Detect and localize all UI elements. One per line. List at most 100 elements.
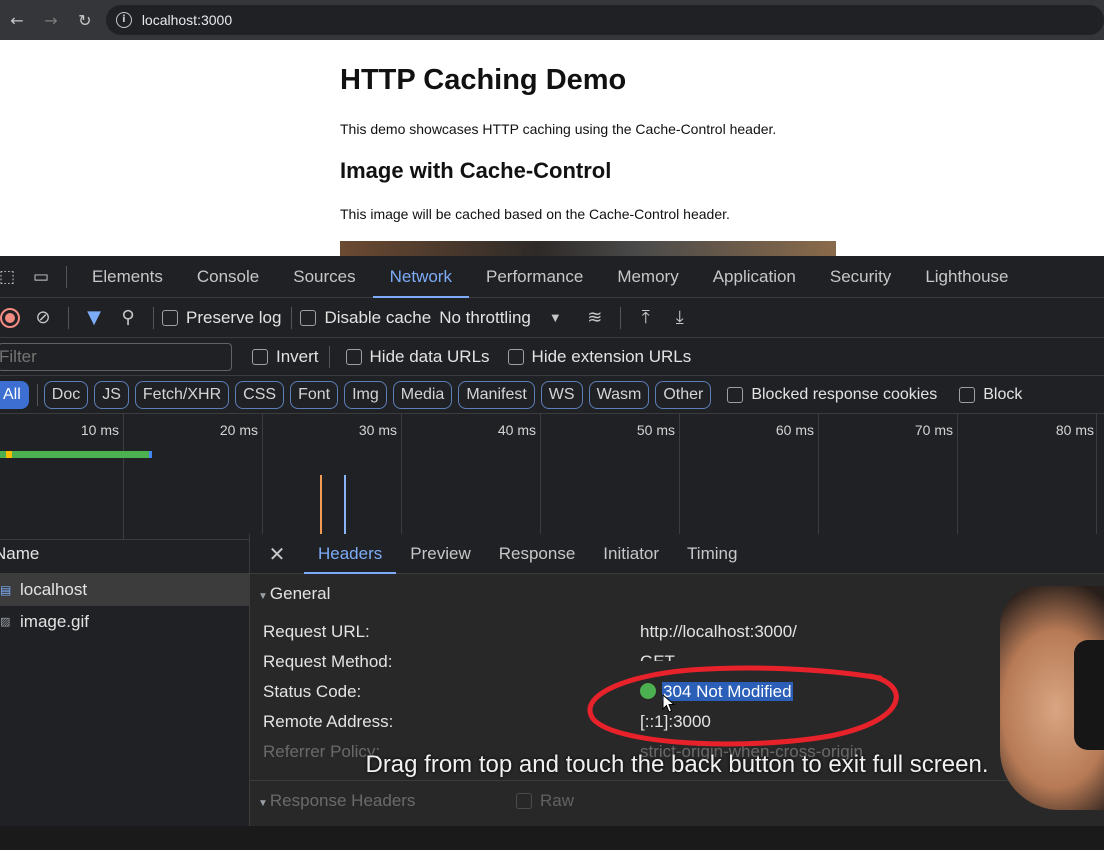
response-headers-section[interactable]: ▼ Response Headers Raw <box>250 780 1104 820</box>
general-section-label: General <box>269 584 331 603</box>
tick-label: 10 ms <box>80 422 119 438</box>
bottom-bar <box>0 826 1104 850</box>
request-row-localhost[interactable]: ▤ localhost <box>0 574 249 606</box>
grid-line <box>123 414 124 539</box>
grid-line <box>957 414 958 539</box>
mouse-cursor-icon <box>662 694 676 713</box>
tab-security[interactable]: Security <box>813 256 908 298</box>
divider <box>619 306 621 329</box>
triangle-down-icon: ▼ <box>258 798 268 809</box>
grid-line <box>401 414 402 539</box>
tick-label: 30 ms <box>358 422 397 438</box>
address-url: localhost:3000 <box>141 12 233 28</box>
tab-response[interactable]: Response <box>485 534 590 574</box>
type-fetch-xhr[interactable]: Fetch/XHR <box>134 380 230 409</box>
tab-application[interactable]: Application <box>696 256 813 298</box>
blocked-cookies-checkbox[interactable]: Blocked response cookies <box>727 386 937 404</box>
import-har-icon[interactable]: ⤒ <box>629 307 663 328</box>
devtools-tabs: ⬚ ▭ Elements Console Sources Network Per… <box>0 256 1104 298</box>
tick-label: 20 ms <box>219 422 258 438</box>
type-doc[interactable]: Doc <box>43 380 89 409</box>
tab-elements[interactable]: Elements <box>75 256 180 298</box>
tab-network[interactable]: Network <box>372 256 469 298</box>
type-img[interactable]: Img <box>344 380 387 409</box>
tab-initiator[interactable]: Initiator <box>589 534 673 574</box>
filter-icon[interactable]: ▼ <box>77 307 111 328</box>
request-name: localhost <box>20 580 88 599</box>
search-icon[interactable]: ⚲ <box>111 307 145 328</box>
page-intro: This demo showcases HTTP caching using t… <box>340 121 777 137</box>
request-row-image[interactable]: ▨ image.gif <box>0 606 249 638</box>
hide-data-urls-checkbox[interactable]: Hide data URLs <box>345 346 490 367</box>
chevron-down-icon[interactable]: ▼ <box>549 310 562 325</box>
tick-label: 40 ms <box>497 422 536 438</box>
disable-cache-checkbox[interactable]: Disable cache <box>300 308 431 328</box>
divider <box>66 265 67 288</box>
preserve-log-checkbox[interactable]: Preserve log <box>162 308 281 328</box>
invert-checkbox[interactable]: Invert <box>252 347 319 367</box>
type-css[interactable]: CSS <box>235 380 285 409</box>
cached-image <box>340 241 836 256</box>
grid-line <box>818 414 819 539</box>
divider <box>68 306 69 329</box>
type-wasm[interactable]: Wasm <box>588 380 650 409</box>
type-ws[interactable]: WS <box>540 380 583 409</box>
grid-line <box>1096 414 1097 539</box>
tick-label: 60 ms <box>775 422 814 438</box>
forward-icon[interactable]: → <box>34 11 68 30</box>
hide-extension-urls-label: Hide extension URLs <box>531 346 692 366</box>
response-section-label: Response Headers <box>269 791 416 810</box>
tab-headers[interactable]: Headers <box>304 534 397 574</box>
export-har-icon[interactable]: ⤓ <box>663 307 697 328</box>
browser-toolbar: ← → ↻ i localhost:3000 <box>0 0 1104 40</box>
type-other[interactable]: Other <box>655 380 712 409</box>
type-font[interactable]: Font <box>290 380 339 409</box>
resource-type-filters: All Doc JS Fetch/XHR CSS Font Img Media … <box>0 376 1104 414</box>
type-all[interactable]: All <box>0 380 29 409</box>
tab-console[interactable]: Console <box>180 256 276 298</box>
tab-memory[interactable]: Memory <box>600 256 695 298</box>
record-icon[interactable] <box>0 307 20 328</box>
general-section-header[interactable]: ▼ General <box>250 574 1104 614</box>
triangle-down-icon: ▼ <box>258 591 268 602</box>
tab-lighthouse[interactable]: Lighthouse <box>908 256 1025 298</box>
grid-line <box>262 414 263 539</box>
request-bar <box>0 451 152 458</box>
type-media[interactable]: Media <box>392 380 453 409</box>
throttling-select[interactable]: No throttling <box>439 308 531 328</box>
reload-icon[interactable]: ↻ <box>68 11 102 30</box>
blocked-requests-checkbox[interactable]: Block <box>959 386 1022 404</box>
filter-bar: Invert Hide data URLs Hide extension URL… <box>0 338 1104 376</box>
network-overview[interactable]: 10 ms 20 ms 30 ms 40 ms 50 ms 60 ms 70 m… <box>0 414 1104 540</box>
site-info-icon[interactable]: i <box>115 12 132 28</box>
raw-checkbox[interactable]: Raw <box>516 781 574 821</box>
blocked-cookies-label: Blocked response cookies <box>751 385 938 403</box>
request-bar-waiting <box>6 451 12 458</box>
web-page: HTTP Caching Demo This demo showcases HT… <box>0 40 1104 256</box>
name-column-header[interactable]: Name <box>0 534 249 574</box>
preserve-log-label: Preserve log <box>186 307 282 327</box>
blocked-requests-label: Block <box>983 385 1023 403</box>
filter-input[interactable] <box>0 342 232 371</box>
device-toolbar-icon[interactable]: ▭ <box>24 267 58 287</box>
clear-icon[interactable]: ⊘ <box>26 307 60 328</box>
hide-data-urls-label: Hide data URLs <box>369 346 490 366</box>
type-manifest[interactable]: Manifest <box>458 380 535 409</box>
grid-line <box>679 414 680 539</box>
inspect-element-icon[interactable]: ⬚ <box>0 267 24 287</box>
close-icon[interactable]: ✕ <box>250 542 304 566</box>
tab-performance[interactable]: Performance <box>469 256 600 298</box>
header-row: Request URL: http://localhost:3000/ <box>263 622 1093 642</box>
tab-timing[interactable]: Timing <box>673 534 751 574</box>
requests-area: Name ▤ localhost ▨ image.gif ✕ Headers P… <box>0 534 1104 850</box>
address-bar[interactable]: i localhost:3000 <box>105 5 1104 35</box>
network-conditions-icon[interactable]: ≋ <box>578 307 612 328</box>
network-toolbar: ⊘ ▼ ⚲ Preserve log Disable cache No thro… <box>0 298 1104 338</box>
tab-preview[interactable]: Preview <box>396 534 484 574</box>
fullscreen-hint: Drag from top and touch the back button … <box>365 751 989 778</box>
image-icon: ▨ <box>0 615 11 628</box>
tab-sources[interactable]: Sources <box>276 256 372 298</box>
hide-extension-urls-checkbox[interactable]: Hide extension URLs <box>507 346 692 367</box>
type-js[interactable]: JS <box>94 380 129 409</box>
back-icon[interactable]: ← <box>0 11 34 30</box>
